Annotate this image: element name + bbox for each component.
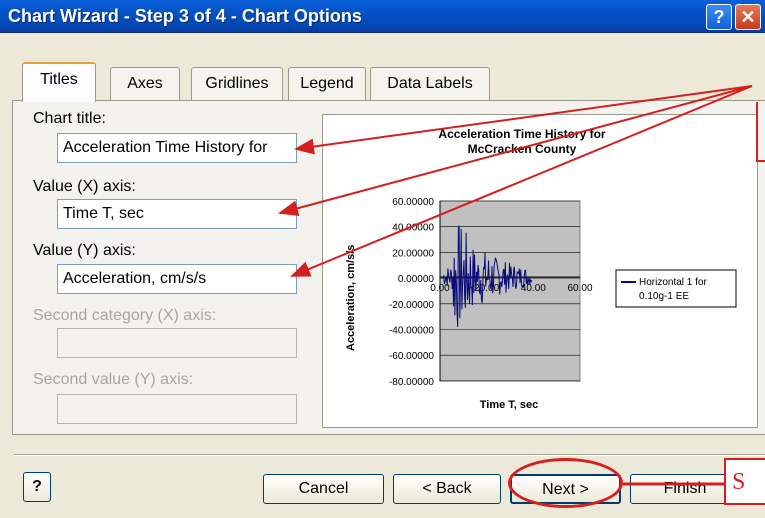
y-tick-label: 20.00000 bbox=[392, 248, 434, 259]
legend-entry-line2: 0.10g-1 EE bbox=[639, 291, 689, 302]
annotation-callout-top bbox=[756, 102, 765, 162]
second-y-axis-input bbox=[57, 394, 297, 424]
preview-y-ticks: 60.00000 40.00000 20.00000 0.00000 -20.00000… bbox=[389, 197, 434, 388]
y-tick-label: -40.00000 bbox=[389, 326, 434, 337]
preview-title-line2: McCracken County bbox=[468, 142, 577, 156]
x-tick-label: 20.00 bbox=[474, 283, 499, 294]
help-button[interactable]: ? bbox=[23, 472, 51, 502]
window-title: Chart Wizard - Step 3 of 4 - Chart Optio… bbox=[8, 6, 362, 26]
x-tick-label: 40.00 bbox=[521, 283, 546, 294]
y-tick-label: -80.00000 bbox=[389, 377, 434, 388]
legend-entry-line1: Horizontal 1 for bbox=[639, 277, 707, 288]
y-tick-label: -60.00000 bbox=[389, 351, 434, 362]
x-axis-label: Value (X) axis: bbox=[33, 178, 136, 195]
preview-plot-area bbox=[439, 200, 581, 382]
y-tick-label: 40.00000 bbox=[392, 223, 434, 234]
chart-preview-svg: Acceleration Time History for McCracken … bbox=[345, 127, 737, 411]
tab-axes[interactable]: Axes bbox=[110, 67, 180, 101]
back-button[interactable]: < Back bbox=[393, 474, 501, 504]
annotation-circle bbox=[508, 458, 623, 508]
title-help-button[interactable]: ? bbox=[706, 4, 732, 30]
close-button[interactable]: ✕ bbox=[735, 4, 761, 30]
second-y-axis-label: Second value (Y) axis: bbox=[33, 371, 194, 388]
tab-titles[interactable]: Titles bbox=[22, 62, 96, 102]
y-axis-input[interactable]: Acceleration, cm/s/s bbox=[57, 264, 297, 294]
annotation-callout: S bbox=[724, 458, 765, 505]
preview-title-line1: Acceleration Time History for bbox=[438, 127, 605, 141]
second-x-axis-input bbox=[57, 328, 297, 358]
tab-legend[interactable]: Legend bbox=[288, 67, 366, 101]
bottom-separator bbox=[14, 454, 765, 456]
chart-preview: Acceleration Time History for McCracken … bbox=[322, 114, 758, 428]
tab-data-labels[interactable]: Data Labels bbox=[370, 67, 490, 101]
y-tick-label: 0.00000 bbox=[398, 274, 435, 285]
chart-title-input[interactable]: Acceleration Time History for bbox=[57, 133, 297, 163]
preview-x-label: Time T, sec bbox=[480, 399, 539, 411]
second-x-axis-label: Second category (X) axis: bbox=[33, 307, 217, 324]
y-tick-label: 60.00000 bbox=[392, 197, 434, 208]
y-axis-label: Value (Y) axis: bbox=[33, 242, 136, 259]
tab-gridlines[interactable]: Gridlines bbox=[191, 67, 283, 101]
preview-y-label: Acceleration, cm/s/s bbox=[345, 245, 357, 351]
x-axis-input[interactable]: Time T, sec bbox=[57, 199, 297, 229]
x-tick-label: 60.00 bbox=[567, 283, 592, 294]
cancel-button[interactable]: Cancel bbox=[263, 474, 384, 504]
y-tick-label: -20.00000 bbox=[389, 300, 434, 311]
chart-title-label: Chart title: bbox=[33, 110, 106, 127]
